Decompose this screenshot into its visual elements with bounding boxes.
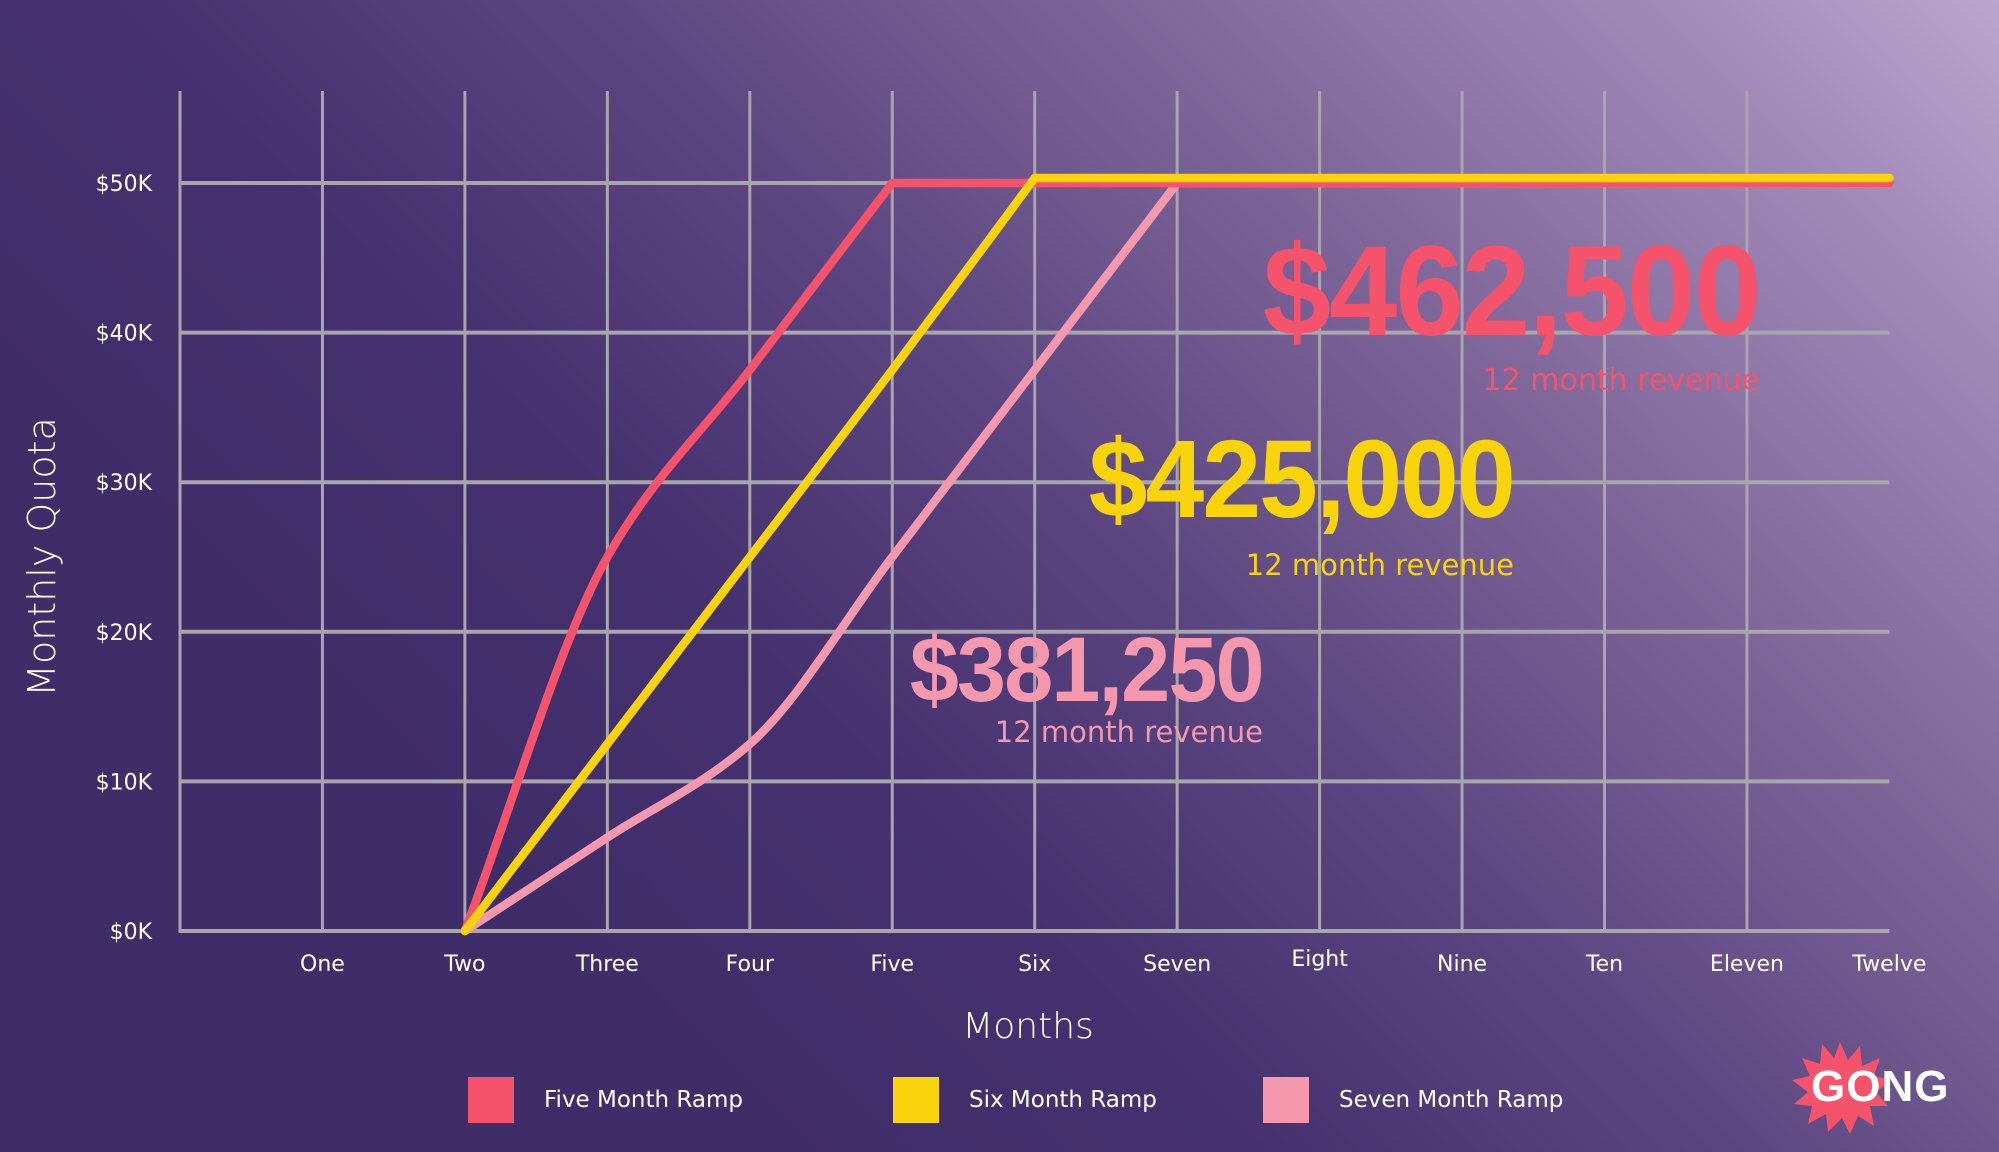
x-tick-label: Seven	[1143, 952, 1211, 977]
x-tick-label: Two	[443, 952, 485, 977]
x-tick-label: Five	[870, 952, 914, 977]
x-tick-label: One	[300, 952, 345, 977]
grid	[178, 91, 1890, 933]
x-tick-label: Eleven	[1710, 952, 1784, 977]
annotation-six-caption: 12 month revenue	[1245, 548, 1514, 582]
y-tick-label: $50K	[96, 172, 153, 197]
annotation-five-month-revenue: $462,500 12 month revenue	[1242, 220, 1762, 398]
y-axis-ticks: $0K $10K $20K $30K $40K $50K	[96, 172, 153, 945]
y-tick-label: $20K	[96, 621, 153, 646]
legend-swatch-six	[893, 1077, 939, 1123]
annotation-six-month-revenue: $425,000 12 month revenue	[1071, 418, 1516, 582]
legend-label-seven: Seven Month Ramp	[1339, 1087, 1564, 1113]
annotation-six-value: $425,000	[1088, 418, 1516, 541]
legend-label-six: Six Month Ramp	[969, 1087, 1157, 1113]
annotation-seven-month-revenue: $381,250 12 month revenue	[895, 619, 1265, 749]
y-tick-label: $30K	[96, 471, 153, 496]
y-tick-label: $0K	[110, 920, 153, 945]
x-tick-label: Ten	[1585, 952, 1623, 977]
x-axis-ticks: One Two Three Four Five Six Seven Eight Nine Ten E…	[300, 947, 1926, 977]
legend-item-seven-month-ramp: Seven Month Ramp	[1263, 1077, 1563, 1123]
y-axis-title: Monthly Quota	[20, 417, 64, 697]
legend-swatch-five	[468, 1077, 514, 1123]
x-tick-label: Twelve	[1851, 952, 1926, 977]
x-tick-label: Eight	[1291, 947, 1348, 972]
x-axis-title: Months	[962, 1006, 1094, 1047]
x-tick-label: Three	[575, 952, 639, 977]
annotation-five-caption: 12 month revenue	[1482, 363, 1760, 398]
legend-item-six-month-ramp: Six Month Ramp	[893, 1077, 1157, 1123]
gong-logo: GONG	[1788, 1040, 1958, 1136]
annotation-seven-caption: 12 month revenue	[994, 715, 1263, 749]
x-tick-label: Nine	[1437, 952, 1487, 977]
legend-label-five: Five Month Ramp	[544, 1087, 743, 1113]
annotation-seven-value: $381,250	[909, 619, 1265, 721]
annotation-five-value: $462,500	[1262, 220, 1762, 363]
y-tick-label: $40K	[96, 322, 153, 347]
x-tick-label: Six	[1018, 952, 1051, 977]
logo-text: GONG	[1811, 1062, 1950, 1111]
legend-swatch-seven	[1263, 1077, 1309, 1123]
line-chart: $0K $10K $20K $30K $40K $50K One Two Three Four F…	[20, 91, 1926, 1047]
x-tick-label: Four	[726, 952, 775, 977]
legend-item-five-month-ramp: Five Month Ramp	[468, 1077, 743, 1123]
y-tick-label: $10K	[96, 770, 153, 795]
